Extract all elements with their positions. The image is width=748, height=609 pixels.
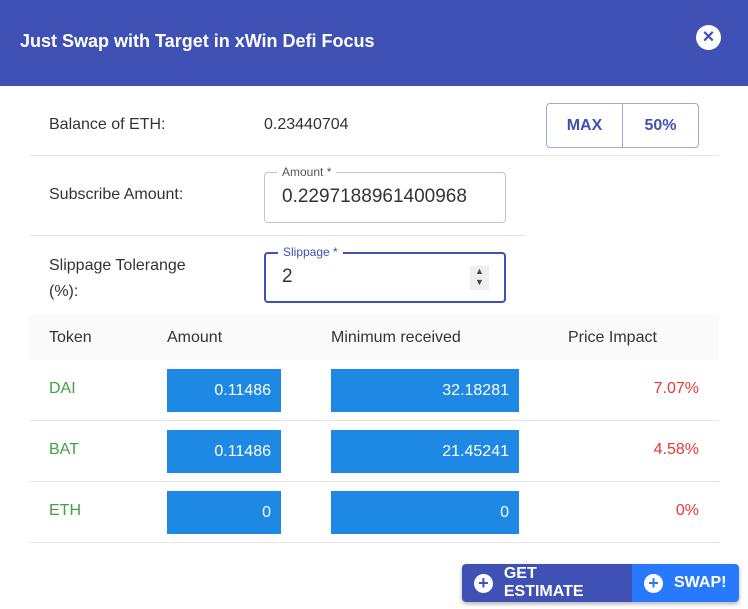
dialog-title: Just Swap with Target in xWin Defi Focus: [20, 31, 375, 51]
amount-input[interactable]: [282, 186, 472, 208]
max-button[interactable]: MAX: [547, 104, 622, 147]
amount-preset-group: MAX 50%: [546, 103, 699, 148]
swap-button[interactable]: + SWAP!: [632, 564, 739, 602]
swap-label: SWAP!: [674, 574, 727, 591]
get-estimate-label: GET ESTIMATE: [503, 565, 584, 600]
amount-cell: 0.11486: [167, 369, 281, 412]
header-token: Token: [49, 329, 92, 346]
half-button[interactable]: 50%: [622, 104, 698, 147]
divider: [29, 235, 526, 236]
stepper-icon[interactable]: ▲ ▼: [470, 266, 489, 290]
close-icon[interactable]: ×: [696, 25, 721, 50]
table-header: Token Amount Minimum received Price Impa…: [29, 315, 719, 360]
header-amount: Amount: [167, 329, 223, 346]
slippage-field-label: Slippage *: [278, 245, 343, 259]
subscribe-label: Subscribe Amount:: [49, 186, 184, 203]
minimum-cell: 0: [331, 491, 519, 534]
amount-field[interactable]: Amount *: [264, 165, 506, 223]
token-name: DAI: [49, 380, 76, 397]
minimum-cell: 21.45241: [331, 430, 519, 473]
price-impact: 4.58%: [653, 441, 699, 458]
amount-cell: 0.11486: [167, 430, 281, 473]
balance-label: Balance of ETH:: [49, 116, 166, 133]
action-buttons: + GET ESTIMATE + SWAP!: [462, 564, 739, 602]
plus-circle-icon: +: [644, 573, 663, 593]
price-impact: 7.07%: [653, 380, 699, 397]
token-name: ETH: [49, 502, 81, 519]
balance-value: 0.23440704: [264, 116, 349, 133]
token-name: BAT: [49, 441, 79, 458]
header-minimum: Minimum received: [331, 329, 461, 346]
divider: [29, 155, 719, 156]
slippage-field[interactable]: Slippage * ▲▼: [264, 245, 506, 303]
slippage-input[interactable]: [282, 266, 432, 288]
table-row: DAI 0.11486 32.18281 7.07%: [29, 360, 719, 421]
amount-cell: 0: [167, 491, 281, 534]
dialog-header: Just Swap with Target in xWin Defi Focus…: [0, 0, 748, 86]
table-row: ETH 0 0 0%: [29, 482, 719, 543]
table-row: BAT 0.11486 21.45241 4.58%: [29, 421, 719, 482]
plus-circle-icon: +: [474, 573, 493, 593]
minimum-cell: 32.18281: [331, 369, 519, 412]
get-estimate-button[interactable]: + GET ESTIMATE: [462, 564, 632, 602]
slippage-label: Slippage Tolerange (%):: [49, 257, 186, 300]
amount-field-label: Amount *: [277, 165, 337, 179]
price-impact: 0%: [675, 502, 699, 519]
header-impact: Price Impact: [568, 329, 657, 346]
